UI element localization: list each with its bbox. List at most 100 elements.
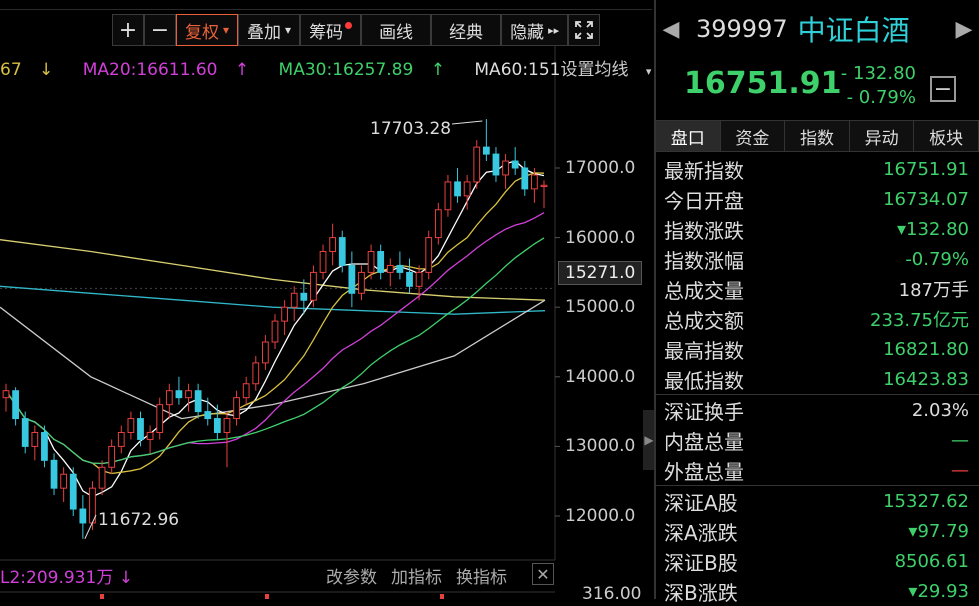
quote-row: 深证B股 8506.61 [656,546,979,576]
close-icon[interactable]: ✕ [532,563,554,585]
quote-row-value: — [951,429,969,451]
indicator-bar: L2:209.931万 ↓ 改参数 加指标 换指标 ✕ [0,563,560,589]
quote-header: ◀ 399997 中证白酒 ▶ [656,0,979,58]
change-value: - 132.80 [840,63,916,84]
candle-body [69,473,77,510]
chart-toolbar: + − 复权 ▾ 叠加 ▾ 筹码 画线 经典 隐藏 ▸▸ [112,14,601,46]
candle-body [156,404,164,433]
next-arrow-icon[interactable]: ▶ [949,17,979,42]
quote-row-value: 16734.07 [883,188,969,210]
quote-row-label: 最低指数 [664,368,744,393]
quote-rows: 最新指数 16751.91 今日开盘 16734.07 指数涨跌 ▾132.80 指数涨幅 -… [656,154,979,606]
quote-row-label: 总成交额 [664,308,744,333]
candle-body [444,181,452,211]
tab-2[interactable]: 指数 [785,121,850,151]
remove-watch-button[interactable]: − [930,76,956,102]
y-tick-17000: 17000.0 [565,158,636,178]
ma-setting-link[interactable]: 设置均线 ▾ [561,60,664,80]
candle-body [175,390,183,399]
candle-body [454,181,461,197]
ma20-value: MA20:16611.60 ↑ [82,60,250,80]
quote-row: 最新指数 16751.91 [656,154,979,184]
add-indicator-link[interactable]: 加指标 [391,563,442,588]
overlay-button[interactable]: 叠加 ▾ [238,14,301,46]
edit-params-link[interactable]: 改参数 [326,563,377,588]
candle-body [79,508,87,524]
hide-button[interactable]: 隐藏 ▸▸ [501,14,569,46]
quote-tabs: 盘口 资金 指数 异动 板块 [656,120,979,152]
zoom-out-button[interactable]: − [144,14,176,46]
quote-row-value: ▾29.93 [908,580,969,602]
fuquan-button[interactable]: 复权 ▾ [176,14,239,46]
chip-button[interactable]: 筹码 [300,14,362,46]
double-arrow-icon: ▸▸ [548,23,560,37]
candle-body [108,445,116,468]
y-tick-16000: 16000.0 [565,228,636,248]
ma30-value: MA30:16257.89 ↑ [278,60,445,80]
candle-body [377,251,385,273]
candle-body [281,306,288,322]
quote-row-label: 最新指数 [664,158,744,183]
stock-code: 399997 [696,15,788,43]
quote-row-label: 深证A股 [664,490,738,515]
quote-row-label: 深A涨跌 [664,520,738,545]
quote-row: 最高指数 16821.80 [656,334,979,364]
overlay-label: 叠加 [247,22,282,43]
quote-row-value: 16751.91 [883,158,969,180]
stock-name: 中证白酒 [797,14,910,47]
quote-row: 总成交量 187万手 [656,274,979,304]
tab-4[interactable]: 板块 [914,121,979,151]
quote-row-value: 16423.83 [883,368,969,390]
tab-1[interactable]: 资金 [720,121,786,151]
quote-row-value: 233.75亿元 [870,310,969,331]
ma-long-yellow [0,239,546,301]
tab-3[interactable]: 异动 [849,121,915,151]
ma-legend: 67 ↓ MA20:16611.60 ↑ MA30:16257.89 ↑ MA6… [0,55,675,80]
indicator-links: 改参数 加指标 换指标 [326,563,507,588]
quote-row-label: 今日开盘 [664,188,744,213]
prev-arrow-icon[interactable]: ◀ [656,17,686,42]
change-percent: - 0.79% [846,87,916,108]
tab-0[interactable]: 盘口 [656,121,721,151]
quote-panel: ◀ 399997 中证白酒 ▶ 16751.91 - 132.80 - 0.79… [656,0,979,605]
candle-body [367,251,375,273]
quote-row-value: ▾132.80 [896,218,969,240]
quote-row-value: 15327.62 [883,490,969,512]
hide-label: 隐藏 [510,22,545,43]
candle-body [223,418,231,433]
quote-row-value: 16821.80 [883,338,969,360]
current-price-tag: 15271.0 [558,261,643,285]
candle-body [463,181,471,197]
draw-line-button[interactable]: 画线 [361,14,432,46]
classic-button[interactable]: 经典 [431,14,502,46]
high-arrow [451,120,483,125]
y-tick-14000: 14000.0 [565,367,636,387]
candle-body [12,390,19,420]
quote-row: 指数涨幅 -0.79% [656,244,979,274]
quote-row-value: 2.03% [911,399,969,421]
volume-bar [440,594,444,599]
high-annotation: 17703.28 [370,119,452,139]
volume-bar [265,594,269,599]
candle-body [300,292,308,301]
quote-row-value: -0.79% [905,248,969,270]
candle-body [348,264,356,294]
quote-row: 深B涨跌 ▾29.93 [656,576,979,606]
notification-dot-icon [345,21,353,29]
candle-body [434,209,442,239]
candle-body [492,153,500,176]
candle-body [521,167,529,190]
quote-price-block: 16751.91 - 132.80 - 0.79% − [656,58,979,116]
candle-body [473,146,481,183]
quote-row-label: 内盘总量 [664,429,744,454]
candle-body [41,431,48,461]
candle-body [415,271,423,287]
change-indicator-link[interactable]: 换指标 [456,563,507,588]
zoom-in-button[interactable]: + [112,14,144,46]
candle-body [482,146,490,155]
fullscreen-button[interactable] [568,14,601,46]
quote-row-label: 总成交量 [664,278,744,303]
candle-body [21,418,29,447]
quote-row-value: 8506.61 [894,550,969,572]
candle-body [540,184,548,188]
